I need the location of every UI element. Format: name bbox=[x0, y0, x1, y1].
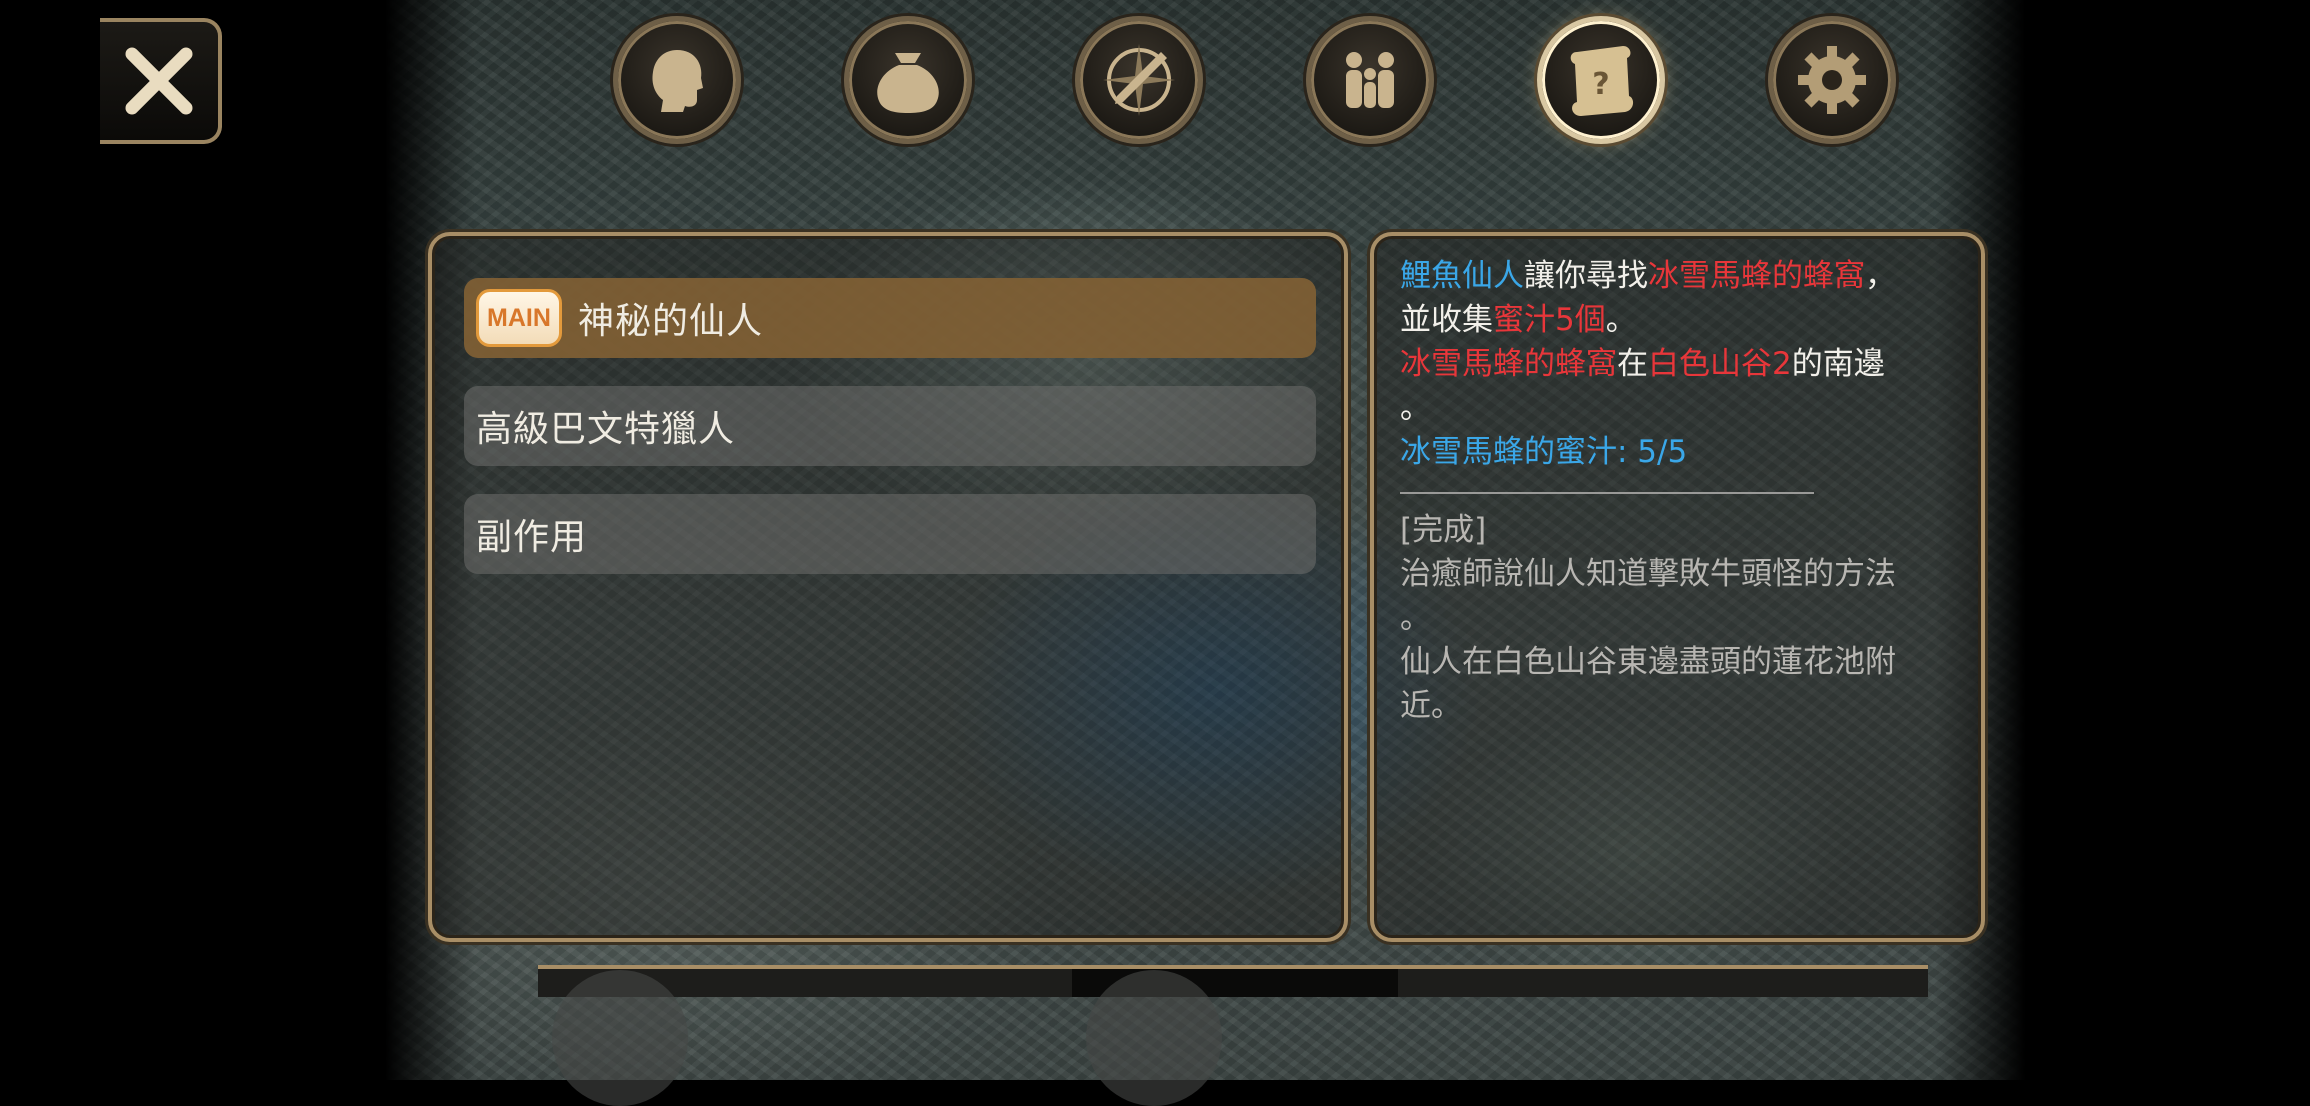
description-text: 的南邊 bbox=[1791, 346, 1885, 382]
quest-title: 副作用 bbox=[476, 517, 588, 558]
menu-skills-button[interactable] bbox=[1075, 16, 1203, 144]
quest-item-main[interactable]: MAIN 神秘的仙人 bbox=[464, 278, 1316, 358]
bottom-slot[interactable] bbox=[1086, 970, 1222, 1106]
gear-icon bbox=[1798, 46, 1866, 114]
menu-settings-button[interactable] bbox=[1768, 16, 1896, 144]
head-icon bbox=[652, 50, 703, 112]
quest-title: 高級巴文特獵人 bbox=[476, 409, 736, 450]
description-text: 在 bbox=[1617, 346, 1648, 382]
people-icon bbox=[1346, 52, 1394, 108]
close-icon bbox=[125, 47, 193, 115]
compass-sword-icon bbox=[1103, 44, 1175, 116]
description-text: 讓你尋找 bbox=[1524, 258, 1648, 294]
bottom-hud-bar bbox=[538, 965, 1928, 997]
close-button[interactable] bbox=[100, 18, 222, 144]
completed-text: 。 bbox=[1400, 600, 1431, 636]
quest-item[interactable]: 副作用 bbox=[464, 494, 1316, 574]
menu-quests-button[interactable]: ? bbox=[1537, 16, 1665, 144]
description-line: 冰雪馬蜂的蜂窩在白色山谷2的南邊 bbox=[1400, 342, 1960, 386]
description-text: 並收集 bbox=[1400, 302, 1493, 338]
description-line: 鯉魚仙人讓你尋找冰雪馬蜂的蜂窩， bbox=[1400, 254, 1960, 298]
quest-list-panel: MAIN 神秘的仙人 高級巴文特獵人 副作用 bbox=[428, 232, 1348, 942]
main-quest-badge: MAIN bbox=[476, 289, 562, 347]
quest-detail-panel: 鯉魚仙人讓你尋找冰雪馬蜂的蜂窩， 並收集蜜汁5個。 冰雪馬蜂的蜂窩在白色山谷2的… bbox=[1370, 232, 1985, 942]
description-line: 並收集蜜汁5個。 bbox=[1400, 298, 1960, 342]
description-line: 。 bbox=[1400, 390, 1431, 426]
location-name: 白色山谷2 bbox=[1648, 346, 1792, 382]
completed-label: [完成] bbox=[1400, 512, 1487, 548]
completed-text: 近。 bbox=[1400, 688, 1462, 724]
item-requirement: 蜜汁5個 bbox=[1493, 302, 1606, 338]
svg-text:?: ? bbox=[1592, 67, 1609, 102]
completed-text: 仙人在白色山谷東邊盡頭的蓮花池附 bbox=[1400, 644, 1896, 680]
completed-text: 治癒師說仙人知道擊敗牛頭怪的方法 bbox=[1400, 556, 1896, 592]
npc-name: 鯉魚仙人 bbox=[1400, 258, 1524, 294]
description-text: 。 bbox=[1605, 302, 1637, 338]
quest-description: 鯉魚仙人讓你尋找冰雪馬蜂的蜂窩， 並收集蜜汁5個。 冰雪馬蜂的蜂窩在白色山谷2的… bbox=[1400, 254, 1960, 728]
menu-inventory-button[interactable] bbox=[844, 16, 972, 144]
quest-scroll-icon: ? bbox=[1570, 46, 1634, 116]
divider bbox=[1400, 492, 1814, 494]
menu-character-button[interactable] bbox=[613, 16, 741, 144]
quest-item[interactable]: 高級巴文特獵人 bbox=[464, 386, 1316, 466]
bag-icon bbox=[877, 53, 939, 113]
bottom-slot[interactable] bbox=[552, 970, 688, 1106]
quest-title: 神秘的仙人 bbox=[578, 301, 764, 342]
target-name: 冰雪馬蜂的蜂窩 bbox=[1648, 258, 1865, 294]
quest-progress: 冰雪馬蜂的蜜汁: 5/5 bbox=[1400, 434, 1688, 470]
target-name: 冰雪馬蜂的蜂窩 bbox=[1400, 346, 1617, 382]
menu-party-button[interactable] bbox=[1306, 16, 1434, 144]
description-text: ， bbox=[1865, 258, 1896, 294]
